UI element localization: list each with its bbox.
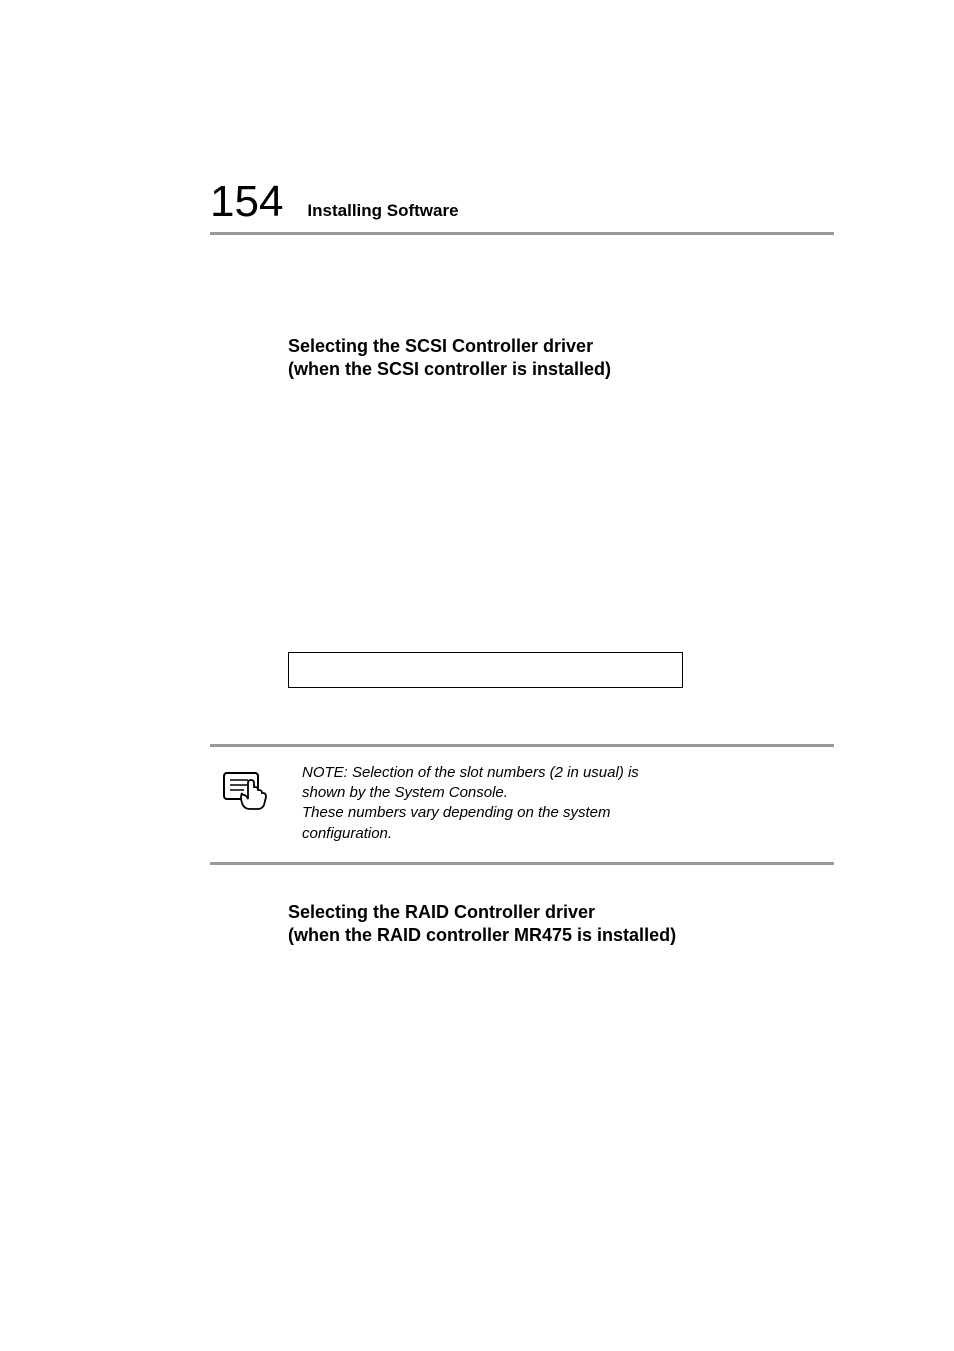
empty-box (288, 652, 683, 688)
section-heading-raid-line2: (when the RAID controller MR475 is insta… (288, 925, 676, 945)
note-text: NOTE: Selection of the slot numbers (2 i… (302, 763, 642, 844)
chapter-title: Installing Software (307, 201, 458, 221)
note-hand-icon (210, 763, 274, 844)
note-line1: NOTE: Selection of the slot numbers (2 i… (302, 764, 639, 801)
page-header: 154 Installing Software (210, 180, 834, 235)
section-heading-raid: Selecting the RAID Controller driver (wh… (288, 901, 834, 948)
section-heading-raid-line1: Selecting the RAID Controller driver (288, 902, 595, 922)
content-area: Selecting the SCSI Controller driver (wh… (210, 335, 834, 948)
page-number: 154 (210, 180, 283, 224)
section-heading-scsi-line1: Selecting the SCSI Controller driver (288, 336, 593, 356)
section-heading-scsi: Selecting the SCSI Controller driver (wh… (288, 335, 834, 382)
note-block: NOTE: Selection of the slot numbers (2 i… (210, 744, 834, 865)
section-heading-scsi-line2: (when the SCSI controller is installed) (288, 359, 611, 379)
note-line2: These numbers vary depending on the syst… (302, 804, 611, 841)
page-container: 154 Installing Software Selecting the SC… (0, 0, 954, 1008)
